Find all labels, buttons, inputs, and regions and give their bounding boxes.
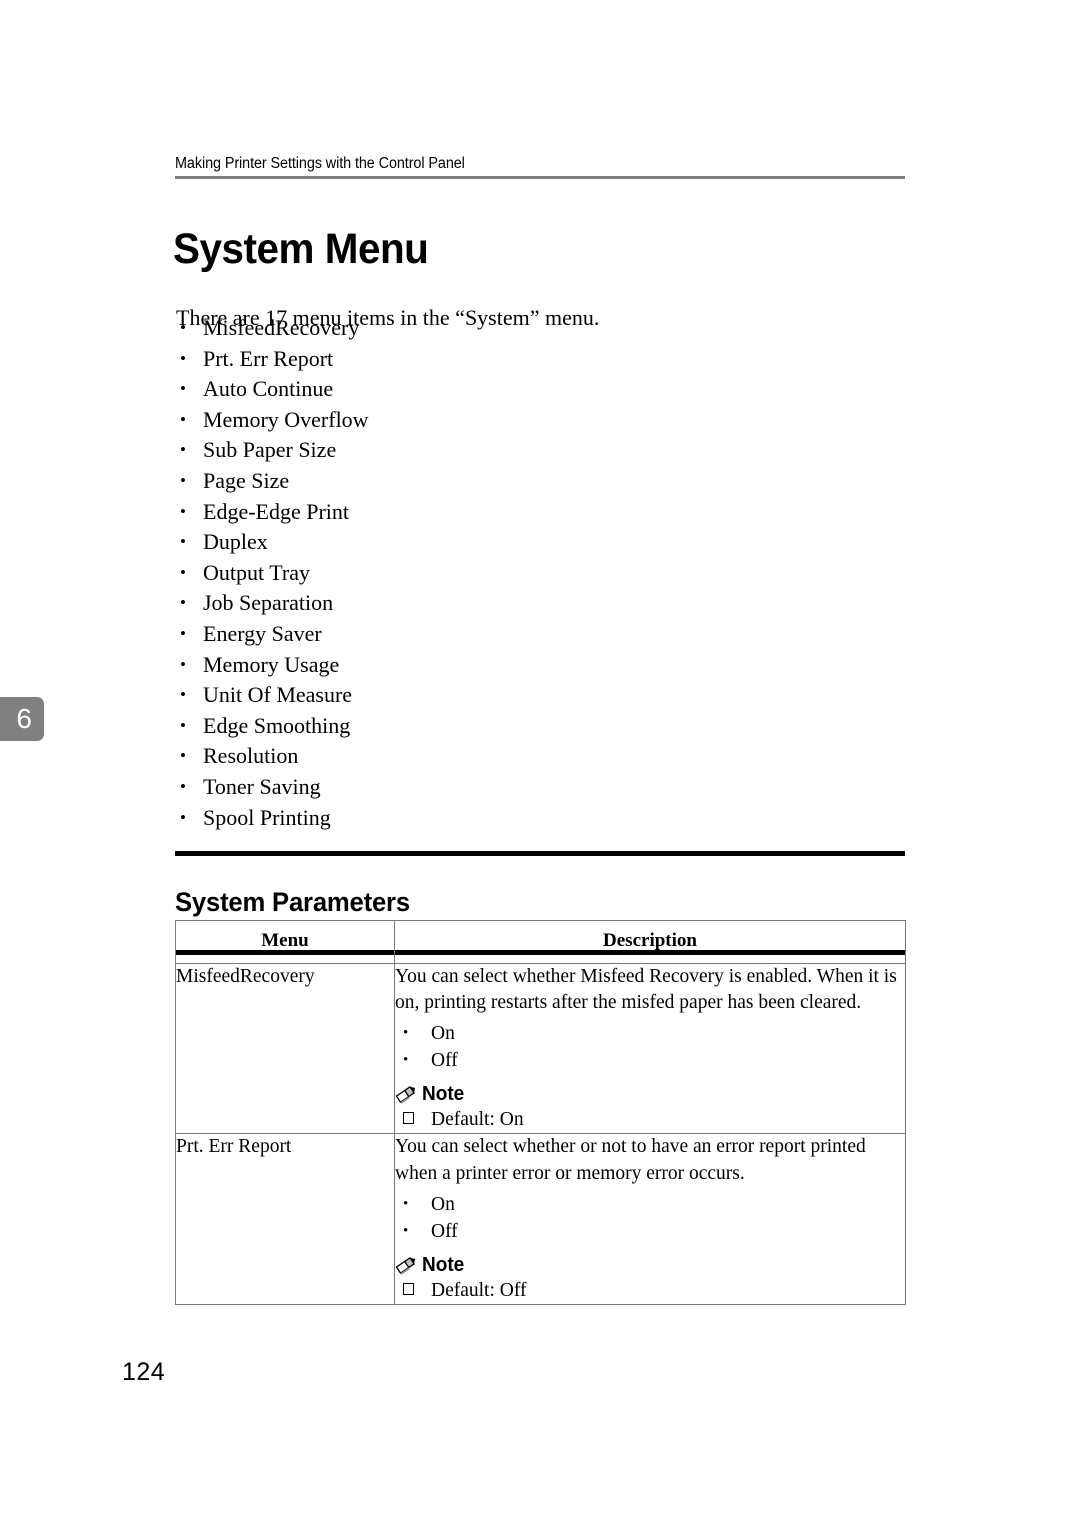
note-header: Note [395, 1255, 905, 1275]
chapter-tab: 6 [0, 697, 44, 741]
list-item: Edge Smoothing [176, 711, 596, 742]
list-item: Auto Continue [176, 374, 596, 405]
note-item-text: Default: On [431, 1109, 524, 1131]
column-header-menu-label: Menu [261, 930, 309, 951]
note-item-text: Default: Off [431, 1280, 527, 1302]
system-menu-item-list: MisfeedRecovery Prt. Err Report Auto Con… [176, 313, 596, 833]
note-item-list: Default: Off [395, 1277, 905, 1304]
header-rule [175, 175, 905, 179]
column-header-description: Description [394, 920, 906, 964]
note-item: Default: On [395, 1106, 905, 1133]
table-header-row: Menu Description [175, 920, 906, 964]
list-item: Job Separation [176, 588, 596, 619]
pencil-icon [395, 1255, 417, 1275]
note-header: Note [395, 1084, 905, 1104]
list-item: Page Size [176, 466, 596, 497]
note-item: Default: Off [395, 1277, 905, 1304]
description-text: You can select whether Misfeed Recovery … [395, 965, 897, 1014]
option-list: On Off [395, 1191, 905, 1245]
page-number: 124 [122, 1358, 166, 1386]
option-item: On [395, 1191, 905, 1218]
option-list: On Off [395, 1020, 905, 1074]
square-bullet-icon [403, 1283, 414, 1296]
description-text: You can select whether or not to have an… [395, 1136, 866, 1184]
running-header-text: Making Printer Settings with the Control… [175, 155, 465, 172]
table-row: MisfeedRecovery You can select whether M… [175, 962, 906, 1135]
column-header-description-label: Description [603, 930, 697, 951]
system-parameters-table: Menu Description MisfeedRecovery You can… [175, 920, 906, 1306]
list-item: Spool Printing [176, 803, 596, 834]
cell-description: You can select whether Misfeed Recovery … [394, 962, 906, 1135]
option-item: Off [395, 1218, 905, 1245]
option-item: Off [395, 1047, 905, 1074]
column-header-menu: Menu [175, 920, 395, 964]
list-item: Energy Saver [176, 619, 596, 650]
pencil-icon [395, 1084, 417, 1105]
chapter-tab-number: 6 [16, 703, 32, 734]
section-rule-top [175, 851, 905, 856]
running-header: Making Printer Settings with the Control… [175, 155, 905, 179]
page-title: System Menu [173, 224, 429, 273]
cell-menu-name: Prt. Err Report [175, 1133, 395, 1306]
square-bullet-icon [403, 1112, 414, 1125]
list-item: Prt. Err Report [176, 344, 596, 375]
list-item: Memory Usage [176, 650, 596, 681]
list-item: Resolution [176, 741, 596, 772]
list-item: Unit Of Measure [176, 680, 596, 711]
table-row: Prt. Err Report You can select whether o… [175, 1133, 906, 1306]
note-block: Note Default: Off [395, 1255, 905, 1304]
list-item: Toner Saving [176, 772, 596, 803]
list-item: MisfeedRecovery [176, 313, 596, 344]
list-item: Edge-Edge Print [176, 497, 596, 528]
note-item-list: Default: On [395, 1106, 905, 1133]
list-item: Duplex [176, 527, 596, 558]
document-page: Making Printer Settings with the Control… [0, 0, 1080, 1528]
list-item: Output Tray [176, 558, 596, 589]
option-item: On [395, 1020, 905, 1047]
cell-description: You can select whether or not to have an… [394, 1133, 906, 1306]
cell-menu-name: MisfeedRecovery [175, 962, 395, 1135]
note-label: Note [422, 1083, 465, 1106]
note-block: Note Default: On [395, 1084, 905, 1133]
list-item: Sub Paper Size [176, 435, 596, 466]
list-item: Memory Overflow [176, 405, 596, 436]
note-label: Note [422, 1254, 465, 1277]
